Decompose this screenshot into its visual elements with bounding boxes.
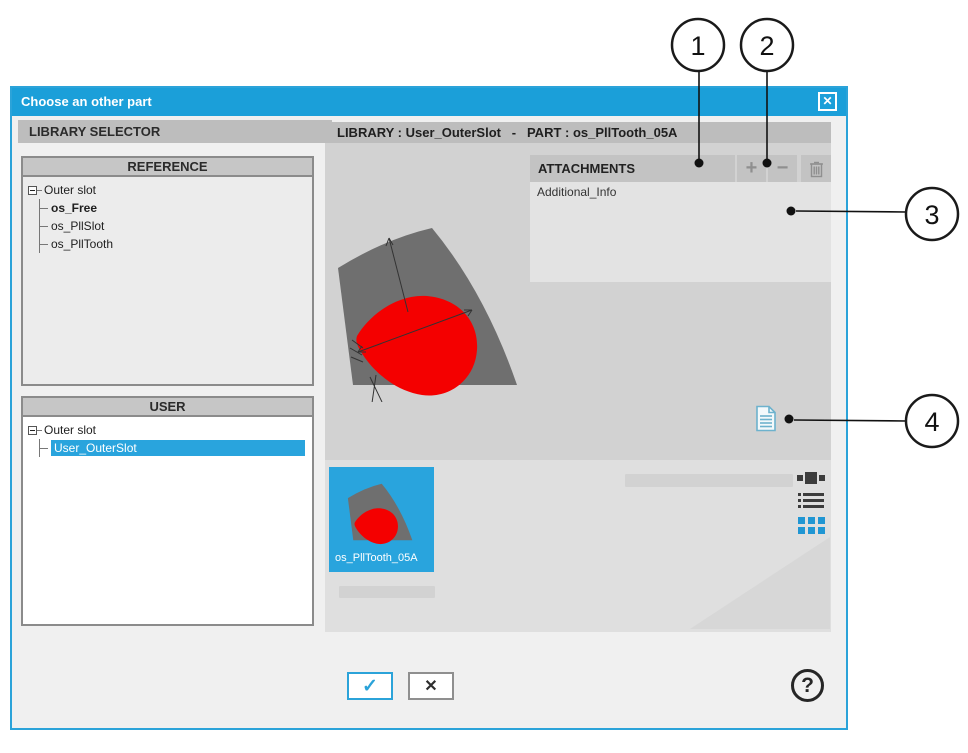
collapse-expander-icon[interactable] <box>28 186 37 195</box>
library-selector-header: LIBRARY SELECTOR <box>18 120 332 143</box>
tree-root-label: Outer slot <box>44 423 96 437</box>
dialog-titlebar[interactable]: Choose an other part ✕ <box>12 88 846 116</box>
callout-number-4: 4 <box>924 407 939 437</box>
callout-circle-3 <box>906 188 958 240</box>
cross-icon: ✕ <box>424 676 437 696</box>
callout-number-1: 1 <box>690 31 705 61</box>
user-panel-title: USER <box>23 398 312 417</box>
tree-item-label: os_PllSlot <box>51 219 104 233</box>
choose-part-dialog: Choose an other part ✕ LIBRARY SELECTOR … <box>10 86 848 730</box>
part-detail-panel: LIBRARY : User_OuterSlot - PART : os_Pll… <box>325 122 831 632</box>
close-icon[interactable]: ✕ <box>818 92 837 111</box>
attachments-panel: ATTACHMENTS + − <box>530 155 831 282</box>
list-view-icon[interactable] <box>798 493 824 508</box>
thumbnail-label: os_PllTooth_05A <box>335 552 418 564</box>
tree-node-outer-slot[interactable]: Outer slot <box>28 181 310 199</box>
callout-number-3: 3 <box>924 200 939 230</box>
faded-text-remnant <box>339 586 435 598</box>
tree-root-label: Outer slot <box>44 183 96 197</box>
view-mode-switcher <box>796 472 826 534</box>
thumbnail-part-image <box>345 475 417 553</box>
attachments-title: ATTACHMENTS <box>530 155 735 182</box>
tree-line <box>37 190 42 191</box>
carousel-view-icon[interactable] <box>797 472 825 484</box>
reference-tree-panel: REFERENCE Outer slot os_Free os_PllSlot … <box>21 156 314 386</box>
callout-number-2: 2 <box>759 31 774 61</box>
thumbnail-os-plltooth-05a[interactable]: os_PllTooth_05A <box>329 467 434 572</box>
help-button[interactable]: ? <box>791 669 824 702</box>
check-icon: ✓ <box>362 675 378 698</box>
trash-icon <box>809 160 824 178</box>
dialog-title: Choose an other part <box>21 94 152 109</box>
faded-text-remnant <box>625 474 793 487</box>
callout-circle-2 <box>741 19 793 71</box>
question-mark-icon: ? <box>801 674 814 697</box>
callout-circle-1 <box>672 19 724 71</box>
tree-item-label: os_Free <box>51 201 97 215</box>
attachment-item[interactable]: Additional_Info <box>530 182 831 202</box>
tree-item-user-outerslot[interactable]: User_OuterSlot <box>40 439 310 457</box>
user-tree-panel: USER Outer slot User_OuterSlot <box>21 396 314 626</box>
grid-view-icon[interactable] <box>798 517 825 534</box>
reference-tree: Outer slot os_Free os_PllSlot os_PllToot… <box>23 177 312 253</box>
library-part-header: LIBRARY : User_OuterSlot - PART : os_Pll… <box>325 122 831 143</box>
tree-node-outer-slot-user[interactable]: Outer slot <box>28 421 310 439</box>
attachments-toolbar: ATTACHMENTS + − <box>530 155 831 182</box>
user-tree-children: User_OuterSlot <box>39 439 310 457</box>
remove-attachment-button[interactable]: − <box>768 155 797 182</box>
user-tree: Outer slot User_OuterSlot <box>23 417 312 457</box>
attachments-list[interactable]: Additional_Info <box>530 182 831 282</box>
delete-attachment-button[interactable] <box>801 155 831 182</box>
tree-item-os-pllslot[interactable]: os_PllSlot <box>40 217 310 235</box>
tree-item-label: os_PllTooth <box>51 237 113 251</box>
reference-panel-title: REFERENCE <box>23 158 312 177</box>
tree-line <box>37 430 42 431</box>
collapse-expander-icon[interactable] <box>28 426 37 435</box>
document-icon[interactable] <box>755 405 777 432</box>
page: Choose an other part ✕ LIBRARY SELECTOR … <box>0 0 968 753</box>
ok-button[interactable]: ✓ <box>347 672 393 700</box>
callout-circle-4 <box>906 395 958 447</box>
tree-item-os-plltooth[interactable]: os_PllTooth <box>40 235 310 253</box>
add-attachment-button[interactable]: + <box>737 155 766 182</box>
reference-tree-children: os_Free os_PllSlot os_PllTooth <box>39 199 310 253</box>
cancel-button[interactable]: ✕ <box>408 672 454 700</box>
tree-item-os-free[interactable]: os_Free <box>40 199 310 217</box>
selected-tree-item-label: User_OuterSlot <box>51 440 305 456</box>
part-preview-image <box>330 222 530 402</box>
